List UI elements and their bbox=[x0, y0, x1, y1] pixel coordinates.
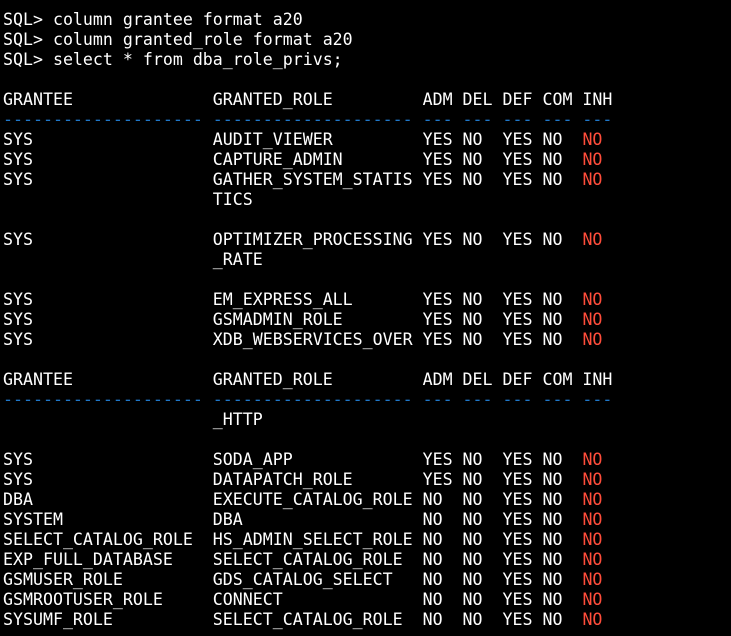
row-columns: DBA EXECUTE_CATALOG_ROLE NO NO YES NO bbox=[3, 490, 583, 509]
output-line: _RATE bbox=[3, 250, 263, 269]
inh-value: NO bbox=[582, 590, 603, 609]
output-line: _HTTP bbox=[3, 410, 263, 429]
result-row: SYS EM_EXPRESS_ALL YES NO YES NO NO bbox=[3, 290, 729, 310]
output-line: TICS bbox=[3, 190, 253, 209]
result-row: SYS OPTIMIZER_PROCESSING YES NO YES NO N… bbox=[3, 230, 729, 250]
row-columns: GSMROOTUSER_ROLE CONNECT NO NO YES NO bbox=[3, 590, 583, 609]
output-line: SQL> column grantee format a20 bbox=[3, 10, 303, 29]
row-columns: SYSTEM DBA NO NO YES NO bbox=[3, 510, 583, 529]
row-columns: SYS XDB_WEBSERVICES_OVER YES NO YES NO bbox=[3, 330, 583, 349]
column-header: GRANTEE GRANTED_ROLE ADM DEL DEF COM INH bbox=[3, 90, 613, 109]
row-columns: SELECT_CATALOG_ROLE HS_ADMIN_SELECT_ROLE… bbox=[3, 530, 583, 549]
result-row: SYSTEM DBA NO NO YES NO NO bbox=[3, 510, 729, 530]
result-row: GSMUSER_ROLE GDS_CATALOG_SELECT NO NO YE… bbox=[3, 570, 729, 590]
row-columns: SYS AUDIT_VIEWER YES NO YES NO bbox=[3, 130, 583, 149]
inh-value: NO bbox=[582, 310, 603, 329]
row-columns: SYS OPTIMIZER_PROCESSING YES NO YES NO bbox=[3, 230, 583, 249]
result-row: SYS GATHER_SYSTEM_STATIS YES NO YES NO N… bbox=[3, 170, 729, 190]
column-header: GRANTEE GRANTED_ROLE ADM DEL DEF COM INH bbox=[3, 370, 613, 389]
inh-value: NO bbox=[582, 330, 603, 349]
result-row: SYS AUDIT_VIEWER YES NO YES NO NO bbox=[3, 130, 729, 150]
row-columns: SYS CAPTURE_ADMIN YES NO YES NO bbox=[3, 150, 583, 169]
inh-value: NO bbox=[582, 130, 603, 149]
inh-value: NO bbox=[582, 490, 603, 509]
column-separator: -------------------- -------------------… bbox=[3, 110, 613, 129]
inh-value: NO bbox=[582, 610, 603, 629]
result-row: GSMROOTUSER_ROLE CONNECT NO NO YES NO NO bbox=[3, 590, 729, 610]
inh-value: NO bbox=[582, 450, 603, 469]
row-columns: SYS EM_EXPRESS_ALL YES NO YES NO bbox=[3, 290, 583, 309]
result-row: SYS CAPTURE_ADMIN YES NO YES NO NO bbox=[3, 150, 729, 170]
inh-value: NO bbox=[582, 150, 603, 169]
result-row: SYS SODA_APP YES NO YES NO NO bbox=[3, 450, 729, 470]
result-row: SYS XDB_WEBSERVICES_OVER YES NO YES NO N… bbox=[3, 330, 729, 350]
inh-value: NO bbox=[582, 230, 603, 249]
row-columns: SYSUMF_ROLE SELECT_CATALOG_ROLE NO NO YE… bbox=[3, 610, 583, 629]
inh-value: NO bbox=[582, 470, 603, 489]
result-row: SYS DATAPATCH_ROLE YES NO YES NO NO bbox=[3, 470, 729, 490]
row-columns: SYS DATAPATCH_ROLE YES NO YES NO bbox=[3, 470, 583, 489]
result-row: EXP_FULL_DATABASE SELECT_CATALOG_ROLE NO… bbox=[3, 550, 729, 570]
inh-value: NO bbox=[582, 170, 603, 189]
inh-value: NO bbox=[582, 290, 603, 309]
result-row: DBA EXECUTE_CATALOG_ROLE NO NO YES NO NO bbox=[3, 490, 729, 510]
column-separator: -------------------- -------------------… bbox=[3, 390, 613, 409]
result-row: SELECT_CATALOG_ROLE HS_ADMIN_SELECT_ROLE… bbox=[3, 530, 729, 550]
inh-value: NO bbox=[582, 550, 603, 569]
output-line: SQL> select * from dba_role_privs; bbox=[3, 50, 343, 69]
inh-value: NO bbox=[582, 510, 603, 529]
inh-value: NO bbox=[582, 570, 603, 589]
result-row: SYS GSMADMIN_ROLE YES NO YES NO NO bbox=[3, 310, 729, 330]
row-columns: SYS SODA_APP YES NO YES NO bbox=[3, 450, 583, 469]
row-columns: SYS GSMADMIN_ROLE YES NO YES NO bbox=[3, 310, 583, 329]
row-columns: GSMUSER_ROLE GDS_CATALOG_SELECT NO NO YE… bbox=[3, 570, 583, 589]
row-columns: SYS GATHER_SYSTEM_STATIS YES NO YES NO bbox=[3, 170, 583, 189]
inh-value: NO bbox=[582, 530, 603, 549]
terminal-output[interactable]: SQL> column grantee format a20 SQL> colum… bbox=[3, 10, 729, 630]
output-line: SQL> column granted_role format a20 bbox=[3, 30, 353, 49]
result-row: SYSUMF_ROLE SELECT_CATALOG_ROLE NO NO YE… bbox=[3, 610, 729, 630]
row-columns: EXP_FULL_DATABASE SELECT_CATALOG_ROLE NO… bbox=[3, 550, 583, 569]
